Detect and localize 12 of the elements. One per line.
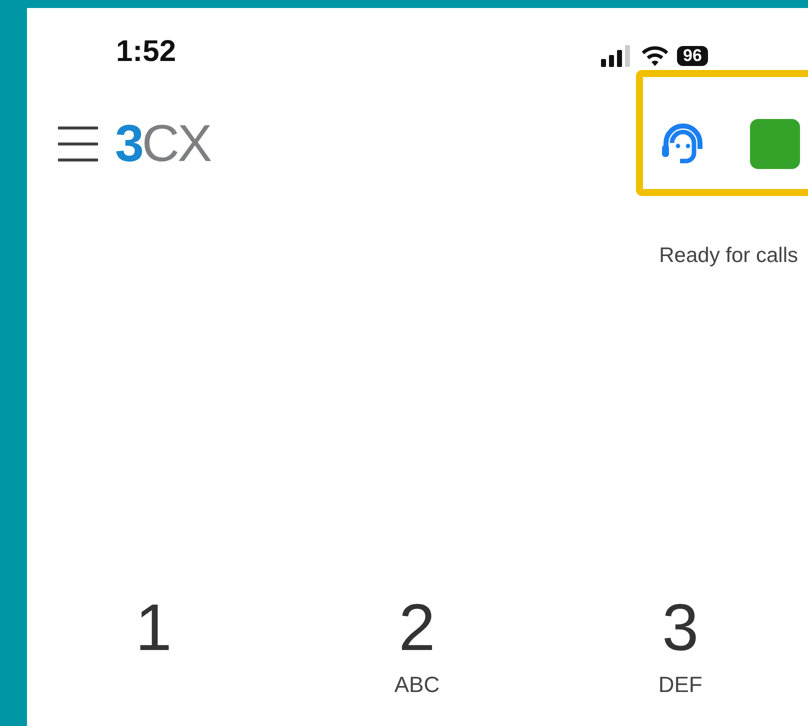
menu-icon[interactable] bbox=[57, 125, 99, 163]
dial-key-digit[interactable]: 3 bbox=[662, 594, 699, 660]
agent-status-label: Ready for calls bbox=[659, 243, 798, 269]
status-indicator[interactable] bbox=[750, 119, 800, 169]
app-logo: 3CX bbox=[115, 118, 210, 170]
wifi-icon bbox=[641, 45, 670, 67]
dial-key-letters: ABC bbox=[394, 670, 440, 698]
dial-key-digit[interactable]: 2 bbox=[398, 594, 436, 660]
status-time: 1:52 bbox=[116, 37, 176, 67]
battery-level: 96 bbox=[677, 46, 708, 66]
dial-key-letters: DEF bbox=[658, 670, 702, 698]
dial-key-digit[interactable]: 1 bbox=[135, 594, 172, 660]
